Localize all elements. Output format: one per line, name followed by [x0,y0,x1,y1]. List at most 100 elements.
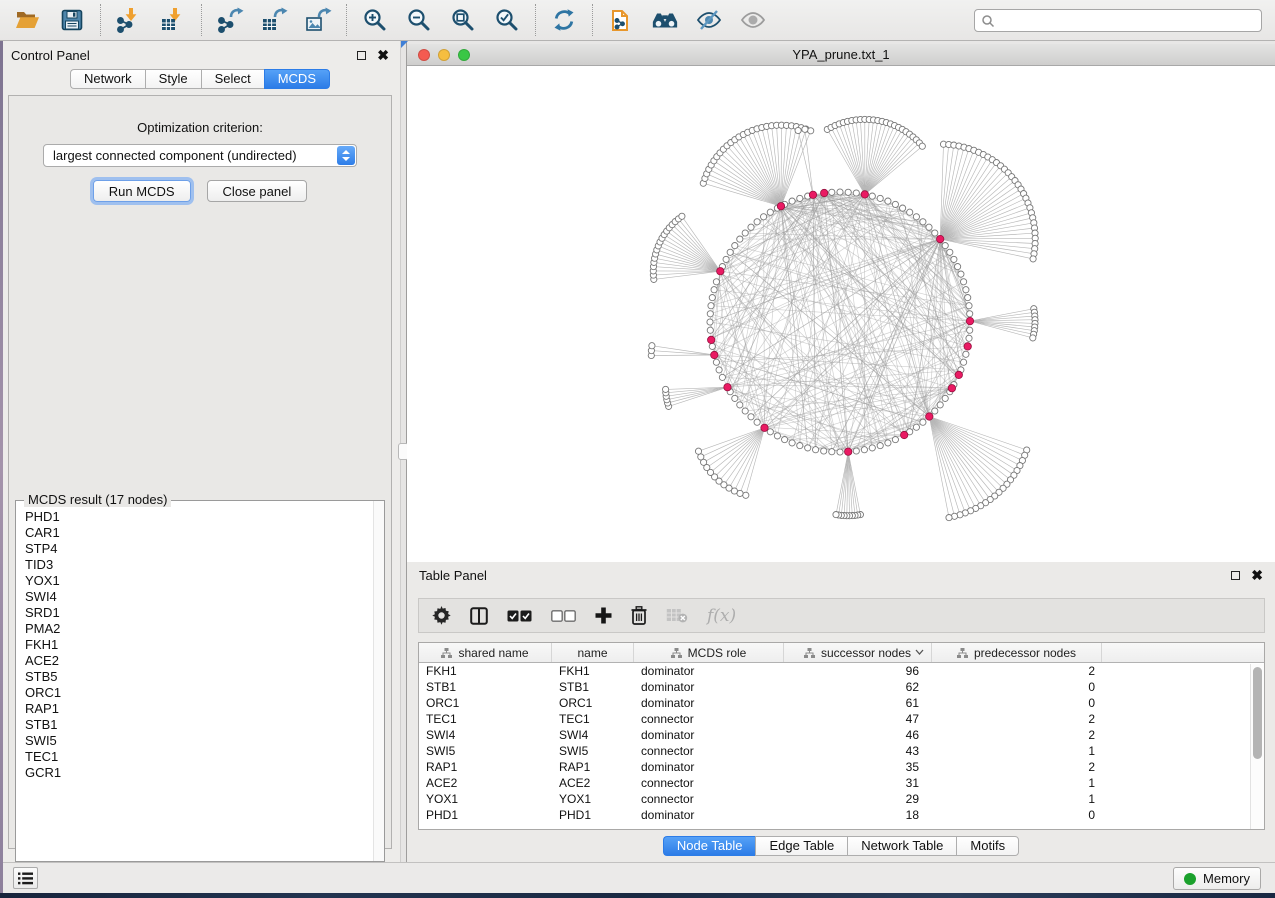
close-window-icon[interactable] [418,49,430,61]
mcds-result-item[interactable]: STP4 [25,541,384,557]
cell-MCDS-role[interactable]: connector [634,775,784,791]
open-file-icon[interactable] [14,6,42,34]
cell-successor-nodes[interactable]: 29 [784,791,932,807]
cell-successor-nodes[interactable]: 61 [784,695,932,711]
import-table-icon[interactable] [159,6,187,34]
cell-name[interactable]: ORC1 [552,695,634,711]
mcds-result-item[interactable]: SWI5 [25,733,384,749]
add-column-icon[interactable] [595,607,612,624]
zoom-in-icon[interactable] [361,6,389,34]
cell-MCDS-role[interactable]: connector [634,711,784,727]
tab-network-table[interactable]: Network Table [847,836,956,856]
column-header-name[interactable]: name [552,643,634,662]
table-row[interactable]: SWI5SWI5connector431 [419,743,1264,759]
cell-predecessor-nodes[interactable]: 0 [932,695,1102,711]
import-network-icon[interactable] [115,6,143,34]
close-panel-icon[interactable]: ✖ [377,50,389,60]
table-scrollbar[interactable] [1250,664,1264,829]
column-header-successor-nodes[interactable]: successor nodes [784,643,932,662]
cell-successor-nodes[interactable]: 46 [784,727,932,743]
cell-shared-name[interactable]: SWI4 [419,727,552,743]
cell-shared-name[interactable]: TEC1 [419,711,552,727]
cell-MCDS-role[interactable]: dominator [634,695,784,711]
cell-predecessor-nodes[interactable]: 1 [932,775,1102,791]
criterion-select[interactable]: largest connected component (undirected) [43,144,357,167]
export-table-icon[interactable] [260,6,288,34]
cell-name[interactable]: RAP1 [552,759,634,775]
tab-network[interactable]: Network [70,69,145,89]
close-panel-button[interactable]: Close panel [207,180,308,202]
cell-shared-name[interactable]: RAP1 [419,759,552,775]
cell-name[interactable]: SWI5 [552,743,634,759]
cell-MCDS-role[interactable]: connector [634,743,784,759]
cell-MCDS-role[interactable]: dominator [634,759,784,775]
memory-button[interactable]: Memory [1173,867,1261,890]
cell-successor-nodes[interactable]: 18 [784,807,932,823]
close-table-panel-icon[interactable]: ✖ [1251,570,1263,580]
table-scrollbar-thumb[interactable] [1253,667,1262,759]
mcds-result-item[interactable]: ACE2 [25,653,384,669]
mcds-result-item[interactable]: RAP1 [25,701,384,717]
cell-predecessor-nodes[interactable]: 2 [932,727,1102,743]
cell-name[interactable]: FKH1 [552,663,634,679]
mcds-result-item[interactable]: FKH1 [25,637,384,653]
mcds-result-item[interactable]: STB1 [25,717,384,733]
panel-splitter[interactable] [400,41,407,862]
maximize-window-icon[interactable] [458,49,470,61]
cell-successor-nodes[interactable]: 62 [784,679,932,695]
cell-MCDS-role[interactable]: dominator [634,727,784,743]
save-icon[interactable] [58,6,86,34]
search-network-icon[interactable] [651,6,679,34]
table-row[interactable]: STB1STB1dominator620 [419,679,1264,695]
cell-name[interactable]: TEC1 [552,711,634,727]
mcds-result-item[interactable]: PHD1 [25,509,384,525]
cell-MCDS-role[interactable]: connector [634,791,784,807]
cell-shared-name[interactable]: PHD1 [419,807,552,823]
cell-MCDS-role[interactable]: dominator [634,807,784,823]
cell-name[interactable]: PHD1 [552,807,634,823]
cell-name[interactable]: ACE2 [552,775,634,791]
table-settings-gear-icon[interactable] [432,606,451,625]
mcds-result-item[interactable]: YOX1 [25,573,384,589]
cell-name[interactable]: SWI4 [552,727,634,743]
cell-predecessor-nodes[interactable]: 1 [932,791,1102,807]
tab-edge-table[interactable]: Edge Table [755,836,847,856]
network-search-box[interactable] [974,9,1262,32]
tab-node-table[interactable]: Node Table [663,836,756,856]
mcds-result-item[interactable]: GCR1 [25,765,384,781]
cell-predecessor-nodes[interactable]: 2 [932,663,1102,679]
zoom-out-icon[interactable] [405,6,433,34]
mcds-result-item[interactable]: SRD1 [25,605,384,621]
tab-style[interactable]: Style [145,69,201,89]
table-row[interactable]: YOX1YOX1connector291 [419,791,1264,807]
mcds-result-item[interactable]: ORC1 [25,685,384,701]
select-all-rows-icon[interactable] [507,610,532,622]
table-row[interactable]: PHD1PHD1dominator180 [419,807,1264,823]
cell-name[interactable]: STB1 [552,679,634,695]
clone-network-icon[interactable] [607,6,635,34]
cell-successor-nodes[interactable]: 31 [784,775,932,791]
mcds-result-list[interactable]: PHD1CAR1STP4TID3YOX1SWI4SRD1PMA2FKH1ACE2… [15,500,385,862]
table-row[interactable]: ACE2ACE2connector311 [419,775,1264,791]
network-graph[interactable] [407,66,1273,562]
column-header-predecessor-nodes[interactable]: predecessor nodes [932,643,1102,662]
cell-MCDS-role[interactable]: dominator [634,679,784,695]
cell-shared-name[interactable]: YOX1 [419,791,552,807]
cell-predecessor-nodes[interactable]: 2 [932,711,1102,727]
mcds-result-item[interactable]: SWI4 [25,589,384,605]
hide-selected-eye-icon[interactable] [695,6,723,34]
export-image-icon[interactable] [304,6,332,34]
cell-shared-name[interactable]: SWI5 [419,743,552,759]
cell-MCDS-role[interactable]: dominator [634,663,784,679]
table-row[interactable]: RAP1RAP1dominator352 [419,759,1264,775]
mcds-result-item[interactable]: TEC1 [25,749,384,765]
mcds-list-scrollbar[interactable] [373,501,384,861]
run-mcds-button[interactable]: Run MCDS [93,180,191,202]
cell-successor-nodes[interactable]: 96 [784,663,932,679]
refresh-icon[interactable] [550,6,578,34]
network-window-titlebar[interactable]: YPA_prune.txt_1 [407,44,1275,66]
tab-mcds[interactable]: MCDS [264,69,330,89]
cell-shared-name[interactable]: ACE2 [419,775,552,791]
mcds-result-item[interactable]: CAR1 [25,525,384,541]
zoom-fit-icon[interactable] [449,6,477,34]
